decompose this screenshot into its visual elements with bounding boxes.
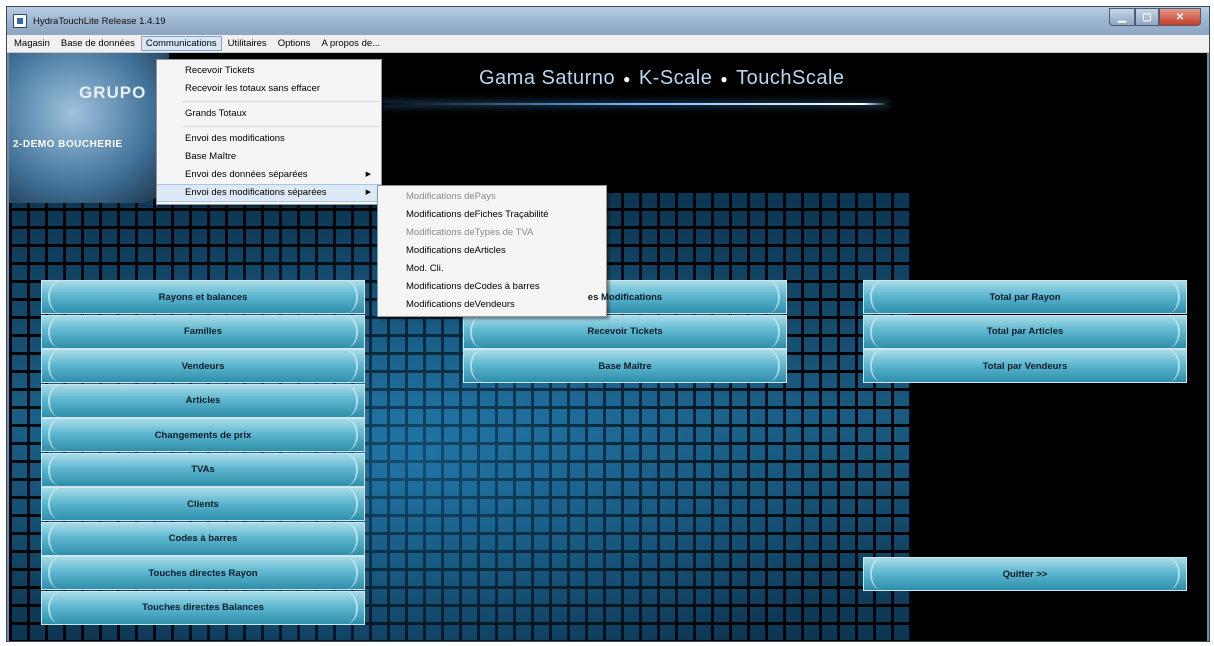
menu-item-recevoir-tickets[interactable]: Recevoir Tickets bbox=[157, 62, 381, 80]
base-maitre-button[interactable]: Base Maître bbox=[463, 349, 787, 383]
app-icon bbox=[13, 14, 27, 28]
submenu-arrow-icon: ▶ bbox=[365, 171, 371, 178]
close-button[interactable]: ✕ bbox=[1159, 8, 1201, 26]
touches-directes-balances-button[interactable]: Touches directes Balances bbox=[41, 590, 365, 625]
menu-item-label: Envoi des données séparées bbox=[185, 169, 308, 180]
button-label: TVAs bbox=[191, 464, 215, 475]
submenu-item-vendeurs[interactable]: Modifications deVendeurs bbox=[378, 296, 606, 314]
vendeurs-button[interactable]: Vendeurs bbox=[41, 349, 365, 383]
title-bar[interactable]: HydraTouchLite Release 1.4.19 ▁ ▢ ✕ bbox=[7, 7, 1209, 35]
quit-button[interactable]: Quitter >> bbox=[863, 557, 1187, 591]
button-label: Familles bbox=[183, 326, 223, 337]
menu-utilitaires[interactable]: Utilitaires bbox=[223, 36, 272, 51]
menu-item-envoi-modifications[interactable]: Envoi des modifications bbox=[157, 130, 381, 148]
rayons-et-balances-button[interactable]: Rayons et balances bbox=[41, 280, 365, 314]
right-button-column: Total par Rayon Total par Articles Total… bbox=[863, 280, 1187, 384]
maximize-icon: ▢ bbox=[1142, 11, 1152, 23]
banner-touchscale: TouchScale bbox=[736, 67, 845, 89]
button-label: Codes à barres bbox=[168, 533, 238, 544]
banner-k-scale: K-Scale bbox=[638, 67, 713, 89]
touches-directes-rayon-button[interactable]: Touches directes Rayon bbox=[41, 556, 365, 590]
banner-gama-saturno: Gama Saturno bbox=[479, 67, 616, 89]
articles-button[interactable]: Articles bbox=[41, 383, 365, 418]
button-label: Articles bbox=[185, 395, 221, 406]
submenu-item-articles[interactable]: Modifications deArticles bbox=[378, 242, 606, 260]
menu-item-base-maitre[interactable]: Base Maître bbox=[157, 148, 381, 166]
changements-de-prix-button[interactable]: Changements de prix bbox=[41, 418, 365, 452]
menu-item-envoi-donnees-separees[interactable]: Envoi des données séparées ▶ bbox=[157, 166, 381, 184]
familles-button[interactable]: Familles bbox=[41, 314, 365, 349]
minimize-button[interactable]: ▁ bbox=[1109, 8, 1135, 26]
button-label: Touches directes Balances bbox=[142, 602, 264, 613]
button-label: Total par Articles bbox=[986, 326, 1064, 337]
button-label: Vendeurs bbox=[181, 360, 225, 372]
logo-text: GRUPO bbox=[79, 83, 147, 102]
menu-item-grands-totaux[interactable]: Grands Totaux bbox=[157, 105, 381, 123]
button-label: es Modifications bbox=[587, 291, 663, 303]
menu-base-de-donnees[interactable]: Base de données bbox=[56, 36, 140, 51]
button-label: Total par Rayon bbox=[989, 291, 1061, 303]
submenu-arrow-icon: ▶ bbox=[365, 189, 371, 196]
submenu-item-mod-cli[interactable]: Mod. Cli. bbox=[378, 260, 606, 278]
menu-separator bbox=[183, 126, 379, 127]
button-label: Quitter >> bbox=[1002, 568, 1048, 580]
menu-item-label: Envoi des modifications séparées bbox=[185, 187, 327, 198]
minimize-icon: ▁ bbox=[1118, 11, 1126, 23]
window-controls: ▁ ▢ ✕ bbox=[1109, 8, 1201, 26]
recevoir-tickets-button[interactable]: Recevoir Tickets bbox=[463, 314, 787, 349]
menu-bar: Magasin Base de données Communications U… bbox=[7, 35, 1209, 53]
app-window: HydraTouchLite Release 1.4.19 ▁ ▢ ✕ Maga… bbox=[6, 6, 1210, 642]
menu-item-recevoir-totaux[interactable]: Recevoir les totaux sans effacer bbox=[157, 80, 381, 98]
modifications-separees-submenu: Modifications dePays Modifications deFic… bbox=[377, 185, 607, 317]
button-label: Recevoir Tickets bbox=[587, 326, 663, 337]
submenu-item-pays: Modifications dePays bbox=[406, 191, 496, 202]
product-banner: Gama Saturno ● K-Scale ● TouchScale bbox=[479, 67, 845, 90]
menu-magasin[interactable]: Magasin bbox=[9, 36, 55, 51]
submenu-item-types-tva: Modifications deTypes de TVA bbox=[406, 227, 534, 238]
total-par-articles-button[interactable]: Total par Articles bbox=[863, 314, 1187, 349]
tvas-button[interactable]: TVAs bbox=[41, 452, 365, 487]
maximize-button[interactable]: ▢ bbox=[1135, 8, 1159, 26]
close-icon: ✕ bbox=[1175, 11, 1185, 23]
menu-communications[interactable]: Communications bbox=[140, 36, 222, 51]
communications-dropdown: Recevoir Tickets Recevoir les totaux san… bbox=[156, 59, 382, 205]
menu-a-propos[interactable]: A propos de... bbox=[316, 36, 385, 51]
submenu-item-codes-a-barres[interactable]: Modifications deCodes à barres bbox=[378, 278, 606, 296]
button-label: Touches directes Rayon bbox=[148, 567, 258, 579]
menu-item-envoi-modifications-separees[interactable]: Envoi des modifications séparées ▶ bbox=[157, 184, 381, 202]
window-title: HydraTouchLite Release 1.4.19 bbox=[33, 15, 166, 27]
left-button-column: Rayons et balances Familles Vendeurs Art… bbox=[41, 280, 365, 625]
button-label: Total par Vendeurs bbox=[982, 360, 1068, 372]
clients-button[interactable]: Clients bbox=[41, 487, 365, 521]
total-par-vendeurs-button[interactable]: Total par Vendeurs bbox=[863, 349, 1187, 383]
codes-a-barres-button[interactable]: Codes à barres bbox=[41, 521, 365, 556]
bullet-icon: ● bbox=[623, 71, 631, 86]
logo-subtitle: 2-DEMO BOUCHERIE bbox=[13, 139, 123, 150]
button-label: Rayons et balances bbox=[158, 291, 248, 303]
menu-options[interactable]: Options bbox=[273, 36, 316, 51]
button-label: Changements de prix bbox=[154, 429, 252, 441]
total-par-rayon-button[interactable]: Total par Rayon bbox=[863, 280, 1187, 314]
button-label: Clients bbox=[187, 498, 219, 510]
button-label: Base Maître bbox=[598, 360, 652, 372]
banner-glow-line bbox=[369, 103, 889, 105]
company-logo: GRUPO 2-DEMO BOUCHERIE bbox=[9, 53, 169, 203]
menu-separator bbox=[183, 101, 379, 102]
bullet-icon: ● bbox=[720, 71, 729, 86]
submenu-item-fiches-tracabilite[interactable]: Modifications deFiches Traçabilité bbox=[378, 206, 606, 224]
